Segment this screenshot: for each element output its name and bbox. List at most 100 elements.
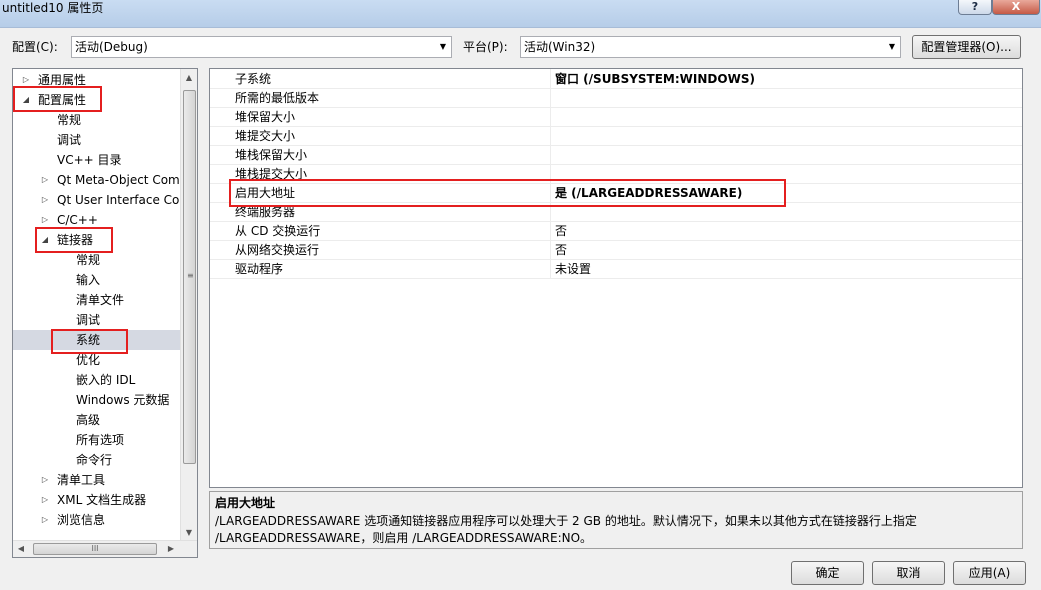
tree-item-label: 配置属性: [38, 93, 87, 107]
chevron-down-icon: ▼: [888, 42, 896, 51]
property-row[interactable]: 终端服务器: [210, 203, 1022, 222]
config-manager-button[interactable]: 配置管理器(O)...: [912, 35, 1021, 59]
scroll-grip: ≡: [187, 271, 194, 280]
property-row[interactable]: 从网络交换运行 否: [210, 241, 1022, 260]
tree-item-label: 常规: [57, 113, 82, 127]
collapsed-triangle-icon[interactable]: ▷: [21, 70, 31, 90]
property-tree[interactable]: ▷ 通用属性 ◢ 配置属性 常规 调试 VC++ 目录 ▷ Qt Meta-Object Com…: [12, 68, 198, 558]
platform-label: 平台(P):: [463, 40, 508, 54]
property-value[interactable]: 未设置: [555, 260, 1020, 279]
property-row[interactable]: 子系统 窗口 (/SUBSYSTEM:WINDOWS): [210, 70, 1022, 89]
tree-item-label: 嵌入的 IDL: [76, 373, 136, 387]
property-row[interactable]: 从 CD 交换运行 否: [210, 222, 1022, 241]
tree-item-label: C/C++: [57, 213, 98, 227]
tree-item[interactable]: VC++ 目录: [13, 150, 180, 170]
tree-item[interactable]: ▷ 清单工具: [13, 470, 180, 490]
scroll-down-icon[interactable]: ▼: [181, 524, 197, 541]
tree-item-label: 所有选项: [76, 433, 125, 447]
tree-item[interactable]: ▷ XML 文档生成器: [13, 490, 180, 510]
description-line-2: /LARGEADDRESSAWARE，则启用 /LARGEADDRESSAWAR…: [215, 531, 593, 545]
expanded-triangle-icon[interactable]: ◢: [21, 90, 31, 110]
tree-scroll-thumb[interactable]: ≡: [183, 90, 196, 464]
collapsed-triangle-icon[interactable]: ▷: [40, 490, 50, 510]
tree-item[interactable]: 输入: [13, 270, 180, 290]
property-row[interactable]: 堆栈提交大小: [210, 165, 1022, 184]
description-title: 启用大地址: [215, 496, 276, 510]
collapsed-triangle-icon[interactable]: ▷: [40, 210, 50, 230]
property-name: 堆提交大小: [235, 129, 296, 143]
tree-item[interactable]: 命令行: [13, 450, 180, 470]
ok-button[interactable]: 确定: [791, 561, 864, 585]
property-row[interactable]: 启用大地址 是 (/LARGEADDRESSAWARE): [210, 184, 1022, 203]
property-name: 堆保留大小: [235, 110, 296, 124]
config-label: 配置(C):: [12, 40, 58, 54]
property-name: 启用大地址: [235, 186, 296, 200]
tree-item-label: XML 文档生成器: [57, 493, 147, 507]
property-grid[interactable]: 子系统 窗口 (/SUBSYSTEM:WINDOWS) 所需的最低版本 堆保留大小堆提…: [209, 68, 1023, 488]
property-value[interactable]: 否: [555, 222, 1020, 241]
tree-vertical-scrollbar[interactable]: ▲ ≡ ▼: [180, 69, 197, 541]
cancel-button[interactable]: 取消: [872, 561, 945, 585]
scroll-left-icon[interactable]: ◀: [13, 541, 29, 557]
tree-item[interactable]: ▷ 通用属性: [13, 70, 180, 90]
tree-item-label: 调试: [76, 313, 101, 327]
tree-item-label: 系统: [76, 333, 101, 347]
tree-item-label: 通用属性: [38, 73, 87, 87]
title-bar: untitled10 属性页 ? X: [0, 0, 1041, 28]
tree-horizontal-scrollbar[interactable]: ◀ III ▶: [13, 540, 197, 557]
tree-item[interactable]: 系统: [13, 330, 180, 350]
collapsed-triangle-icon[interactable]: ▷: [40, 470, 50, 490]
help-button[interactable]: ?: [958, 0, 992, 15]
description-line-1: /LARGEADDRESSAWARE 选项通知链接器应用程序可以处理大于 2 G…: [215, 514, 917, 528]
tree-item[interactable]: Windows 元数据: [13, 390, 180, 410]
tree-item-label: Qt User Interface Co: [57, 193, 180, 207]
tree-item[interactable]: ▷ C/C++: [13, 210, 180, 230]
tree-item-label: Qt Meta-Object Com: [57, 173, 180, 187]
tree-item[interactable]: 清单文件: [13, 290, 180, 310]
tree-item-label: 优化: [76, 353, 101, 367]
tree-item-label: VC++ 目录: [57, 153, 122, 167]
chevron-down-icon: ▼: [439, 42, 447, 51]
tree-item[interactable]: 嵌入的 IDL: [13, 370, 180, 390]
property-value[interactable]: 窗口 (/SUBSYSTEM:WINDOWS): [555, 70, 1020, 89]
window-title: untitled10 属性页: [2, 1, 104, 15]
property-row[interactable]: 驱动程序 未设置: [210, 260, 1022, 279]
tree-item-label: 链接器: [57, 233, 94, 247]
scroll-right-icon[interactable]: ▶: [163, 541, 179, 557]
tree-item[interactable]: 调试: [13, 130, 180, 150]
expanded-triangle-icon[interactable]: ◢: [40, 230, 50, 250]
tree-item[interactable]: 常规: [13, 250, 180, 270]
tree-item[interactable]: 常规: [13, 110, 180, 130]
tree-item[interactable]: 调试: [13, 310, 180, 330]
tree-item[interactable]: ▷ Qt Meta-Object Com: [13, 170, 180, 190]
collapsed-triangle-icon[interactable]: ▷: [40, 170, 50, 190]
tree-item[interactable]: ▷ Qt User Interface Co: [13, 190, 180, 210]
tree-hscroll-thumb[interactable]: III: [33, 543, 157, 555]
property-name: 从 CD 交换运行: [235, 224, 321, 238]
collapsed-triangle-icon[interactable]: ▷: [40, 510, 50, 530]
tree-item[interactable]: ◢ 配置属性: [13, 90, 180, 110]
property-row[interactable]: 堆栈保留大小: [210, 146, 1022, 165]
apply-button[interactable]: 应用(A): [953, 561, 1026, 585]
tree-item[interactable]: 优化: [13, 350, 180, 370]
property-name: 所需的最低版本: [235, 91, 320, 105]
tree-item[interactable]: ◢ 链接器: [13, 230, 180, 250]
collapsed-triangle-icon[interactable]: ▷: [40, 190, 50, 210]
tree-item-label: 命令行: [76, 453, 113, 467]
tree-item[interactable]: ▷ 浏览信息: [13, 510, 180, 530]
platform-combobox[interactable]: 活动(Win32) ▼: [520, 36, 901, 58]
tree-item[interactable]: 高级: [13, 410, 180, 430]
tree-item-label: 浏览信息: [57, 513, 106, 527]
property-row[interactable]: 所需的最低版本: [210, 89, 1022, 108]
grid-column-separator[interactable]: [550, 69, 551, 279]
property-value[interactable]: 是 (/LARGEADDRESSAWARE): [555, 184, 1020, 203]
config-combobox[interactable]: 活动(Debug) ▼: [71, 36, 452, 58]
scroll-up-icon[interactable]: ▲: [181, 69, 197, 86]
close-button[interactable]: X: [992, 0, 1040, 15]
property-value[interactable]: 否: [555, 241, 1020, 260]
tree-item[interactable]: 所有选项: [13, 430, 180, 450]
property-row[interactable]: 堆保留大小: [210, 108, 1022, 127]
property-row[interactable]: 堆提交大小: [210, 127, 1022, 146]
tree-item-label: 高级: [76, 413, 101, 427]
tree-item-label: 输入: [76, 273, 101, 287]
